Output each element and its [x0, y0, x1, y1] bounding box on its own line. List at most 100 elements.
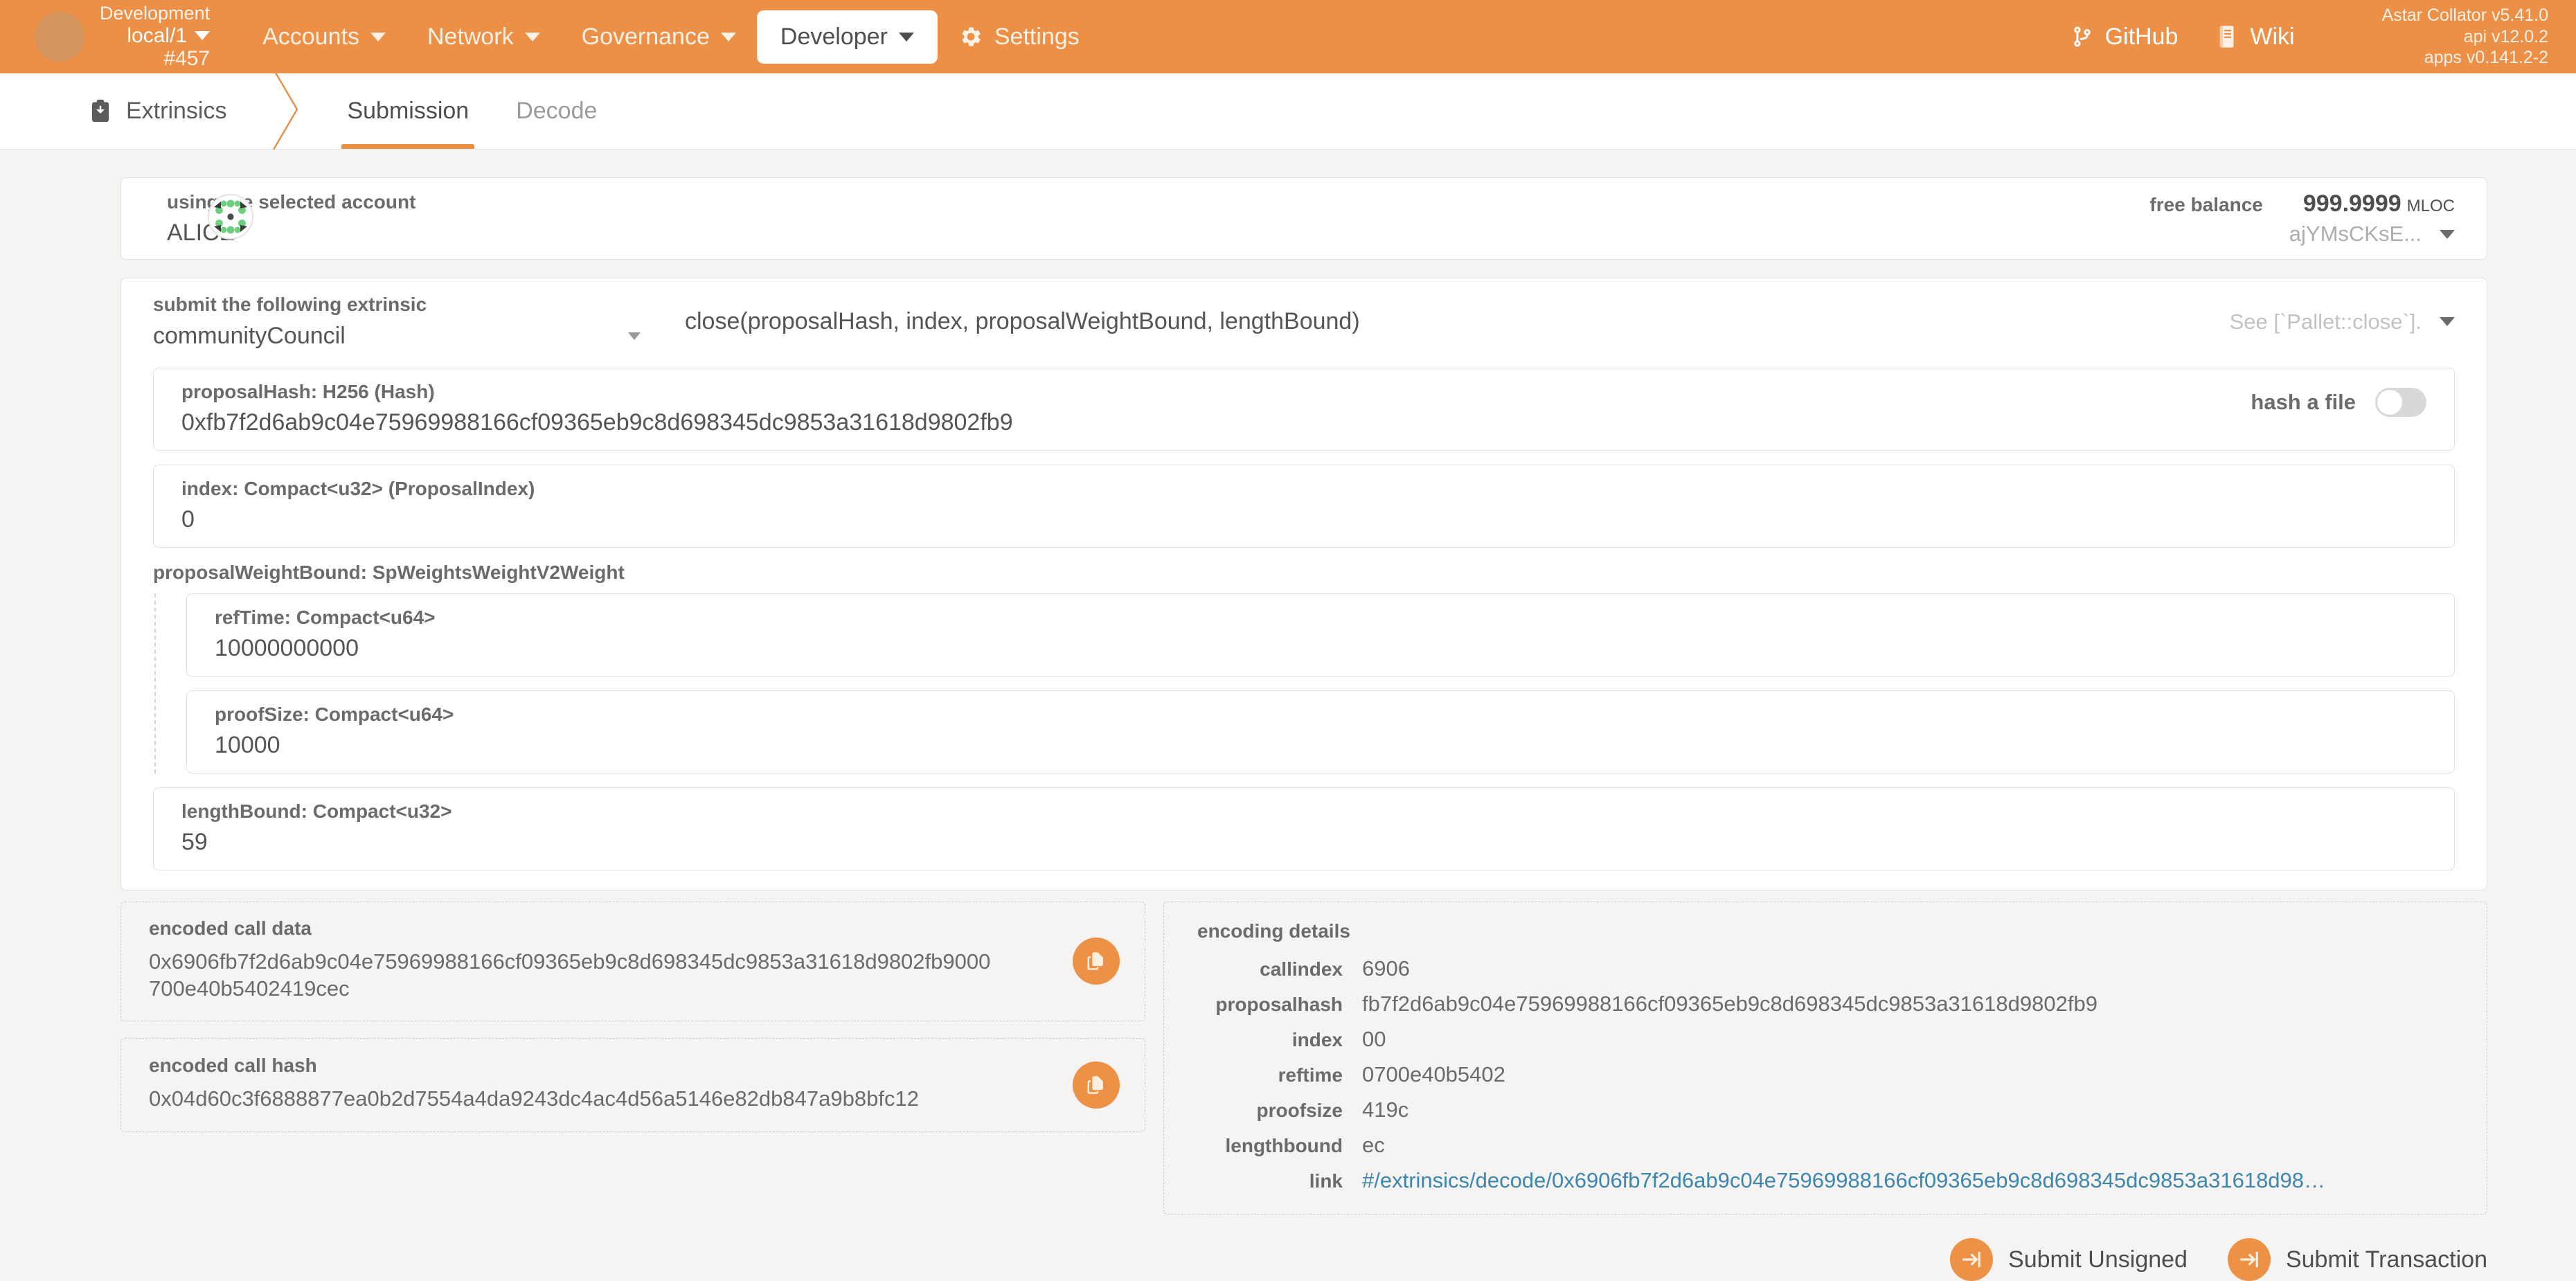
wiki-link[interactable]: Wiki [2217, 24, 2294, 51]
chevron-down-icon [195, 31, 210, 40]
encoded-section: encoded call data 0x6906fb7f2d6ab9c04e75… [120, 902, 2487, 1215]
free-balance-unit: MLOC [2407, 197, 2455, 215]
detail-row-callindex: callindex 6906 [1164, 956, 2459, 981]
method-select-value: close(proposalHash, index, proposalWeigh… [685, 308, 1360, 334]
chevron-down-icon [628, 332, 641, 340]
hash-a-file-label: hash a file [2251, 390, 2356, 415]
version-apps: apps v0.141.2-2 [2382, 47, 2548, 69]
decode-link[interactable]: #/extrinsics/decode/0x6906fb7f2d6ab9c04e… [1362, 1168, 2325, 1193]
param-index-input[interactable]: 0 [181, 506, 2426, 533]
version-node: Astar Collator v5.41.0 [2382, 5, 2548, 26]
param-proof-size: proofSize: Compact<u64> 10000 [186, 690, 2455, 773]
encoded-call-data-text: encoded call data 0x6906fb7f2d6ab9c04e75… [149, 917, 1001, 1003]
param-proposal-hash-main: proposalHash: H256 (Hash) 0xfb7f2d6ab9c0… [181, 381, 2251, 436]
extrinsic-label: submit the following extrinsic [153, 294, 661, 316]
toggle-knob [2377, 390, 2402, 415]
copy-call-hash-button[interactable] [1073, 1061, 1120, 1109]
section-title-group: Extrinsics [0, 73, 254, 149]
sign-in-icon [2228, 1238, 2271, 1281]
param-proof-size-input[interactable]: 10000 [215, 732, 2426, 759]
tab-submission[interactable]: Submission [323, 73, 492, 149]
main-menu: Accounts Network Governance Developer Se… [242, 10, 1100, 64]
param-ref-time-input[interactable]: 10000000000 [215, 635, 2426, 662]
copy-call-data-button[interactable] [1073, 938, 1120, 985]
breadcrumb-extrinsics: Extrinsics [89, 98, 226, 125]
chain-selector[interactable]: Development local/1 #457 [35, 3, 210, 70]
nav-label-network: Network [427, 24, 514, 51]
submit-transaction-button[interactable]: Submit Transaction [2228, 1238, 2487, 1281]
account-name[interactable]: ALICE [167, 220, 415, 247]
tab-decode[interactable]: Decode [492, 73, 620, 149]
main-content: using the selected account ALICE free ba… [0, 150, 2576, 1215]
param-length-bound-input[interactable]: 59 [181, 829, 2426, 856]
account-identicon[interactable] [208, 194, 253, 240]
param-proposal-hash-input[interactable]: 0xfb7f2d6ab9c04e75969988166cf09365eb9c8d… [181, 409, 2251, 436]
detail-row-link: link #/extrinsics/decode/0x6906fb7f2d6ab… [1164, 1168, 2459, 1193]
encoding-details-title: encoding details [1197, 920, 2459, 942]
param-proof-size-label: proofSize: Compact<u64> [215, 704, 2426, 726]
detail-key: lengthbound [1164, 1135, 1343, 1157]
github-label: GitHub [2105, 24, 2179, 51]
extrinsic-docs-text: See [`Pallet::close`]. [2230, 310, 2422, 334]
param-ref-time-label: refTime: Compact<u64> [215, 607, 2426, 629]
encoded-call-data-value: 0x6906fb7f2d6ab9c04e75969988166cf09365eb… [149, 949, 1001, 1003]
param-proposal-hash-label: proposalHash: H256 (Hash) [181, 381, 2251, 403]
external-links: GitHub Wiki Astar Collator v5.41.0 api v… [2070, 5, 2548, 69]
free-balance-value: 999.9999 [2303, 190, 2401, 217]
submit-unsigned-label: Submit Unsigned [2008, 1246, 2188, 1273]
submit-unsigned-button[interactable]: Submit Unsigned [1950, 1238, 2188, 1281]
top-navigation-bar: Development local/1 #457 Accounts Networ… [0, 0, 2576, 73]
nav-label-governance: Governance [582, 24, 710, 51]
account-address: ajYMsCKsE... [2289, 222, 2422, 247]
encoding-details-panel: encoding details callindex 6906 proposal… [1163, 902, 2487, 1215]
nav-item-settings[interactable]: Settings [938, 12, 1100, 62]
param-length-bound: lengthBound: Compact<u32> 59 [153, 787, 2455, 870]
chain-block-number: #457 [100, 47, 210, 71]
chevron-down-icon [899, 33, 914, 42]
free-balance-line: free balance 999.9999MLOC [2149, 190, 2455, 217]
pallet-select[interactable]: communityCouncil [153, 323, 661, 350]
git-branch-icon [2070, 25, 2094, 48]
chevron-down-icon [2440, 230, 2455, 239]
detail-value: fb7f2d6ab9c04e75969988166cf09365eb9c8d69… [1362, 992, 2098, 1016]
detail-key: link [1164, 1170, 1343, 1192]
method-select[interactable]: close(proposalHash, index, proposalWeigh… [661, 308, 2230, 335]
hash-a-file-toggle[interactable] [2375, 388, 2426, 417]
detail-value: 6906 [1362, 956, 1410, 981]
detail-key: callindex [1164, 958, 1343, 980]
encoded-call-data-box: encoded call data 0x6906fb7f2d6ab9c04e75… [120, 902, 1145, 1021]
nav-label-accounts: Accounts [262, 24, 359, 51]
clipboard-icon [89, 99, 112, 124]
detail-key: proofsize [1164, 1100, 1343, 1122]
tabs: Submission Decode [323, 73, 620, 149]
extrinsic-block: submit the following extrinsic community… [120, 278, 2487, 890]
nav-item-network[interactable]: Network [406, 12, 561, 62]
param-ref-time: refTime: Compact<u64> 10000000000 [186, 593, 2455, 677]
github-link[interactable]: GitHub [2070, 24, 2179, 51]
nav-item-governance[interactable]: Governance [561, 12, 757, 62]
nav-item-accounts[interactable]: Accounts [242, 12, 406, 62]
chain-endpoint-row[interactable]: local/1 [100, 24, 210, 48]
account-row: using the selected account ALICE free ba… [89, 177, 2487, 260]
chevron-down-icon [370, 33, 386, 42]
footer-actions: Submit Unsigned Submit Transaction [0, 1215, 2576, 1281]
detail-row-proposalhash: proposalhash fb7f2d6ab9c04e75969988166cf… [1164, 992, 2459, 1016]
tab-submission-label: Submission [347, 98, 469, 125]
version-api: api v12.0.2 [2382, 26, 2548, 48]
encoded-call-hash-value: 0x04d60c3f6888877ea0b2d7554a4da9243dc4ac… [149, 1086, 1001, 1113]
detail-value: 0700e40b5402 [1362, 1062, 1505, 1087]
hash-a-file-toggle-group[interactable]: hash a file [2251, 381, 2426, 417]
extrinsic-selector-row: submit the following extrinsic community… [121, 278, 2487, 368]
detail-row-index: index 00 [1164, 1027, 2459, 1052]
detail-value: 00 [1362, 1027, 1386, 1052]
section-label: Extrinsics [126, 98, 226, 125]
extrinsic-parameters: proposalHash: H256 (Hash) 0xfb7f2d6ab9c0… [121, 368, 2487, 890]
param-proposal-hash-row: proposalHash: H256 (Hash) 0xfb7f2d6ab9c0… [181, 381, 2426, 436]
account-address-selector[interactable]: ajYMsCKsE... [2289, 222, 2455, 247]
nav-item-developer[interactable]: Developer [757, 10, 938, 64]
detail-key: reftime [1164, 1064, 1343, 1086]
detail-value: 419c [1362, 1098, 1408, 1122]
book-icon [2217, 25, 2239, 48]
version-info: Astar Collator v5.41.0 api v12.0.2 apps … [2382, 5, 2548, 69]
extrinsic-docs[interactable]: See [`Pallet::close`]. [2230, 310, 2487, 334]
